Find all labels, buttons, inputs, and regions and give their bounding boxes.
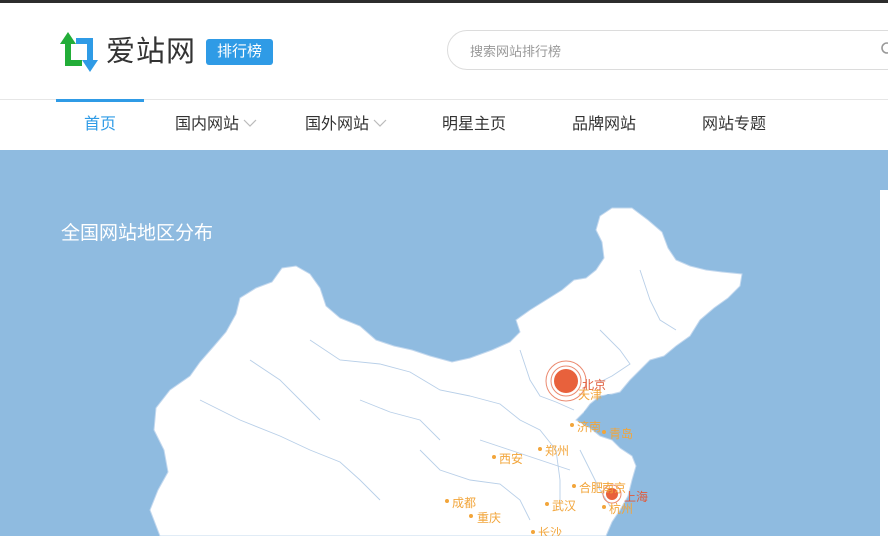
city-label-chongqing[interactable]: 重庆 (477, 511, 501, 525)
city-label-chengdu[interactable]: 成都 (452, 496, 476, 510)
city-label-nanjing[interactable]: 南京 (602, 481, 626, 495)
city-label-wuhan[interactable]: 武汉 (552, 499, 576, 513)
search-input[interactable] (468, 40, 852, 62)
nav-home-label: 首页 (83, 116, 116, 133)
city-label-qingdao[interactable]: 青岛 (609, 427, 633, 441)
china-map (149, 207, 743, 536)
city-dot (570, 423, 574, 427)
city-dot (545, 502, 549, 506)
search-icon[interactable] (880, 41, 888, 57)
city-label-hangzhou[interactable]: 杭州 (609, 502, 633, 516)
nav-domestic-sites[interactable]: 国内网站 (166, 100, 266, 151)
city-dot (469, 514, 473, 518)
nav-home[interactable]: 首页 (56, 99, 144, 151)
nav-foreign-sites[interactable]: 国外网站 (296, 100, 396, 151)
city-dot (538, 447, 542, 451)
nav-topics-label: 网站专题 (701, 116, 766, 133)
brand-name: 爱站网 (106, 36, 197, 68)
nav-topics[interactable]: 网站专题 (688, 100, 780, 151)
nav-celebrity-label: 明星主页 (441, 116, 506, 133)
city-label-hefei[interactable]: 合肥 (579, 481, 603, 495)
city-label-jinan[interactable]: 济南 (577, 420, 601, 434)
map-title: 全国网站地区分布 (61, 223, 214, 244)
nav-brand-label: 品牌网站 (571, 116, 636, 133)
main-nav: 首页 国内网站 国外网站 明星主页 品牌网站 网站专题 (0, 99, 888, 151)
page-side-strip (880, 190, 888, 536)
city-dot (602, 430, 606, 434)
city-label-zhengzhou[interactable]: 郑州 (545, 444, 569, 458)
nav-brand-sites[interactable]: 品牌网站 (558, 100, 650, 151)
site-header: 爱站网 排行榜 (0, 3, 888, 99)
chevron-down-icon (373, 119, 387, 127)
city-label-changsha[interactable]: 长沙 (538, 526, 562, 536)
brand-badge: 排行榜 (206, 39, 274, 65)
city-dot (445, 499, 449, 503)
nav-foreign-label: 国外网站 (304, 116, 369, 133)
nav-celebrity[interactable]: 明星主页 (428, 100, 520, 151)
city-dot (492, 455, 496, 459)
city-label-xian[interactable]: 西安 (499, 452, 523, 466)
nav-domestic-label: 国内网站 (174, 116, 239, 133)
city-dot (602, 505, 606, 509)
city-dot (531, 530, 535, 534)
search-box (447, 30, 888, 70)
chevron-down-icon (243, 119, 257, 127)
city-label-tianjin[interactable]: 天津 (578, 388, 602, 402)
city-dot (572, 484, 576, 488)
logo-arrows-icon (60, 32, 98, 72)
site-logo[interactable]: 爱站网 排行榜 (58, 30, 274, 74)
region-map-section: 全国网站地区分布 北京 天津 济南 青岛 郑州 西安 合肥 南京 上海 杭州 武… (0, 150, 888, 536)
map-landmass (149, 207, 743, 536)
